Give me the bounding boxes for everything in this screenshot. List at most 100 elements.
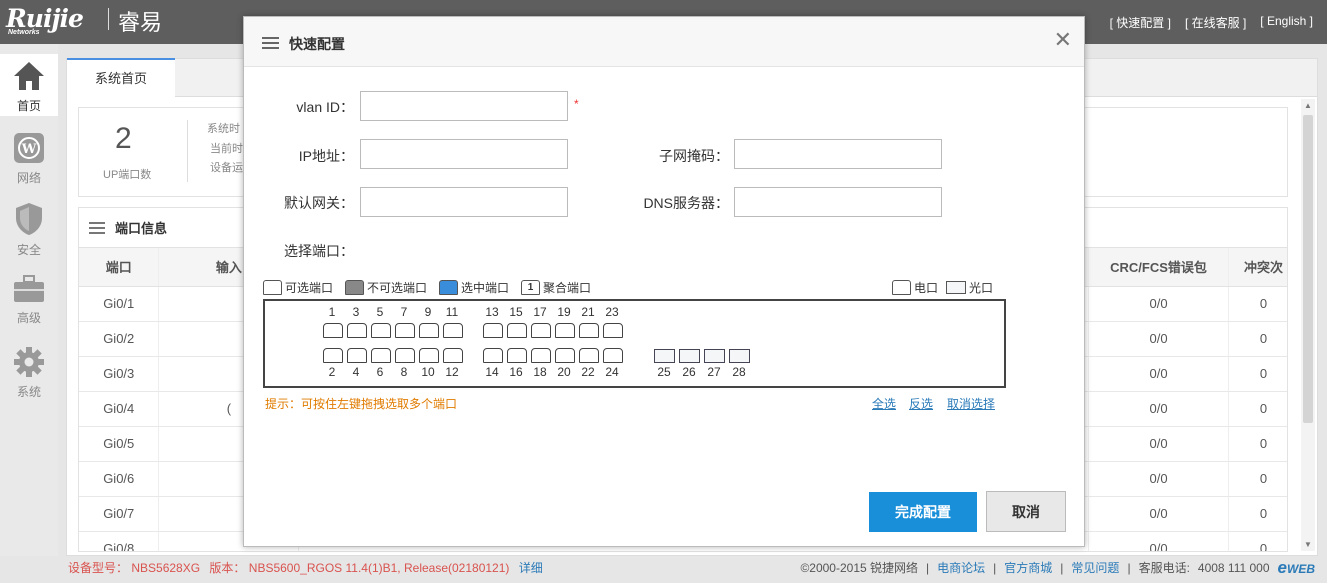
port-number: 16 <box>509 365 523 379</box>
select-all-link[interactable]: 全选 <box>872 395 896 412</box>
nav-item-system[interactable]: 系统 <box>0 346 58 400</box>
legend-aggregate-label: 聚合端口 <box>543 281 592 295</box>
legend-unselectable: 不可选端口 <box>345 279 427 296</box>
legend-selected-label: 选中端口 <box>461 281 510 295</box>
port-number: 11 <box>445 305 459 319</box>
port-icon-24[interactable] <box>603 348 623 363</box>
cell-port: Gi0/5 <box>79 426 160 462</box>
logo-separator <box>108 8 109 30</box>
port-number: 1 <box>328 305 336 319</box>
port-icon-4[interactable] <box>347 348 367 363</box>
port-icon-9[interactable] <box>419 323 439 338</box>
port-icon-22[interactable] <box>579 348 599 363</box>
close-icon[interactable]: ✕ <box>1054 29 1072 51</box>
scroll-down-icon[interactable]: ▼ <box>1304 540 1312 549</box>
port-icon-23[interactable] <box>603 323 623 338</box>
port-number: 28 <box>732 365 746 379</box>
vlan-id-input[interactable] <box>360 91 568 121</box>
scroll-up-icon[interactable]: ▲ <box>1304 101 1312 110</box>
legend-selected: 选中端口 <box>439 279 509 296</box>
nav-item-advanced[interactable]: 高级 <box>0 274 58 326</box>
port-icon-14[interactable] <box>483 348 503 363</box>
toolbox-icon <box>14 275 44 302</box>
port-icon-6[interactable] <box>371 348 391 363</box>
cancel-button[interactable]: 取消 <box>986 491 1066 532</box>
nav-item-network[interactable]: W 网络 <box>0 132 58 186</box>
detail-link[interactable]: 详细 <box>519 561 543 575</box>
port-icon-10[interactable] <box>419 348 439 363</box>
sep-4: | <box>1127 561 1131 575</box>
port-icon-16[interactable] <box>507 348 527 363</box>
nav-label-advanced: 高级 <box>16 311 41 325</box>
port-selected-icon <box>439 280 458 295</box>
logo-subtitle: Networks <box>8 29 40 36</box>
quick-config-link[interactable]: [ 快速配置 ] <box>1110 14 1171 31</box>
port-icon-20[interactable] <box>555 348 575 363</box>
fiber-port-icon-26[interactable] <box>679 349 700 363</box>
port-number: 3 <box>352 305 360 319</box>
port-icon-3[interactable] <box>347 323 367 338</box>
left-nav: 首页 W 网络 安全 高级 系统 <box>0 44 58 556</box>
cell-port: Gi0/7 <box>79 496 160 532</box>
subnet-mask-label: 子网掩码： <box>659 148 729 164</box>
nav-item-security[interactable]: 安全 <box>0 202 58 258</box>
gateway-label: 默认网关： <box>284 195 354 211</box>
port-icon-21[interactable] <box>579 323 599 338</box>
port-number: 17 <box>533 305 547 319</box>
dns-server-input[interactable] <box>734 187 942 217</box>
port-number: 25 <box>657 365 671 379</box>
port-icon-13[interactable] <box>483 323 503 338</box>
cell-conflict: 0 <box>1228 391 1287 427</box>
gateway-input[interactable] <box>360 187 568 217</box>
nav-item-home[interactable]: 首页 <box>0 54 58 116</box>
subnet-mask-input[interactable] <box>734 139 942 169</box>
mall-link[interactable]: 官方商城 <box>1004 556 1052 581</box>
port-icon-12[interactable] <box>443 348 463 363</box>
scroll-thumb[interactable] <box>1303 115 1313 423</box>
ip-address-input[interactable] <box>360 139 568 169</box>
port-icon-2[interactable] <box>323 348 343 363</box>
port-number: 13 <box>485 305 499 319</box>
port-icon-15[interactable] <box>507 323 527 338</box>
forum-link[interactable]: 电商论坛 <box>937 556 985 581</box>
port-number: 5 <box>376 305 384 319</box>
english-link[interactable]: [ English ] <box>1260 14 1313 31</box>
tab-system-home[interactable]: 系统首页 <box>67 58 175 97</box>
port-icon-19[interactable] <box>555 323 575 338</box>
cell-port: Gi0/3 <box>79 356 160 392</box>
finish-config-button[interactable]: 完成配置 <box>869 492 977 532</box>
up-ports-count: 2 <box>115 122 132 155</box>
port-number: 24 <box>605 365 619 379</box>
footer-links: ©2000-2015 锐捷网络 | 电商论坛 | 官方商城 | 常见问题 | 客… <box>800 556 1315 581</box>
port-panel[interactable]: 1 3 5 7 9 11 13 15 17 19 21 23 2 4 6 8 10 12 14 16 18 20 22 24 2… <box>263 299 1006 388</box>
content-scrollbar[interactable]: ▲ ▼ <box>1301 99 1315 551</box>
cell-conflict: 0 <box>1228 356 1287 392</box>
menu-icon <box>262 34 279 52</box>
legend-optical: 光口 <box>946 279 993 296</box>
port-icon-17[interactable] <box>531 323 551 338</box>
port-icon-8[interactable] <box>395 348 415 363</box>
nav-label-security: 安全 <box>16 243 41 257</box>
port-icon-11[interactable] <box>443 323 463 338</box>
faq-link[interactable]: 常见问题 <box>1071 556 1119 581</box>
online-support-link[interactable]: [ 在线客服 ] <box>1185 14 1246 31</box>
clear-selection-link[interactable]: 取消选择 <box>947 395 995 412</box>
cell-crc: 0/0 <box>1088 321 1229 357</box>
invert-selection-link[interactable]: 反选 <box>909 395 933 412</box>
fiber-port-icon-28[interactable] <box>729 349 750 363</box>
port-icon-7[interactable] <box>395 323 415 338</box>
port-icon-5[interactable] <box>371 323 391 338</box>
fiber-port-icon-27[interactable] <box>704 349 725 363</box>
fiber-port-icon-25[interactable] <box>654 349 675 363</box>
cell-crc: 0/0 <box>1088 356 1229 392</box>
port-icon-1[interactable] <box>323 323 343 338</box>
dialog-title: 快速配置 <box>289 36 345 52</box>
sep-2: | <box>993 561 997 575</box>
version-value: NBS5600_RGOS 11.4(1)B1, Release(02180121… <box>248 561 510 575</box>
port-number: 19 <box>557 305 571 319</box>
port-icon-18[interactable] <box>531 348 551 363</box>
col-crc: CRC/FCS错误包 <box>1088 248 1229 287</box>
col-port: 端口 <box>79 248 160 287</box>
cell-conflict: 0 <box>1228 321 1287 357</box>
port-number: 14 <box>485 365 499 379</box>
